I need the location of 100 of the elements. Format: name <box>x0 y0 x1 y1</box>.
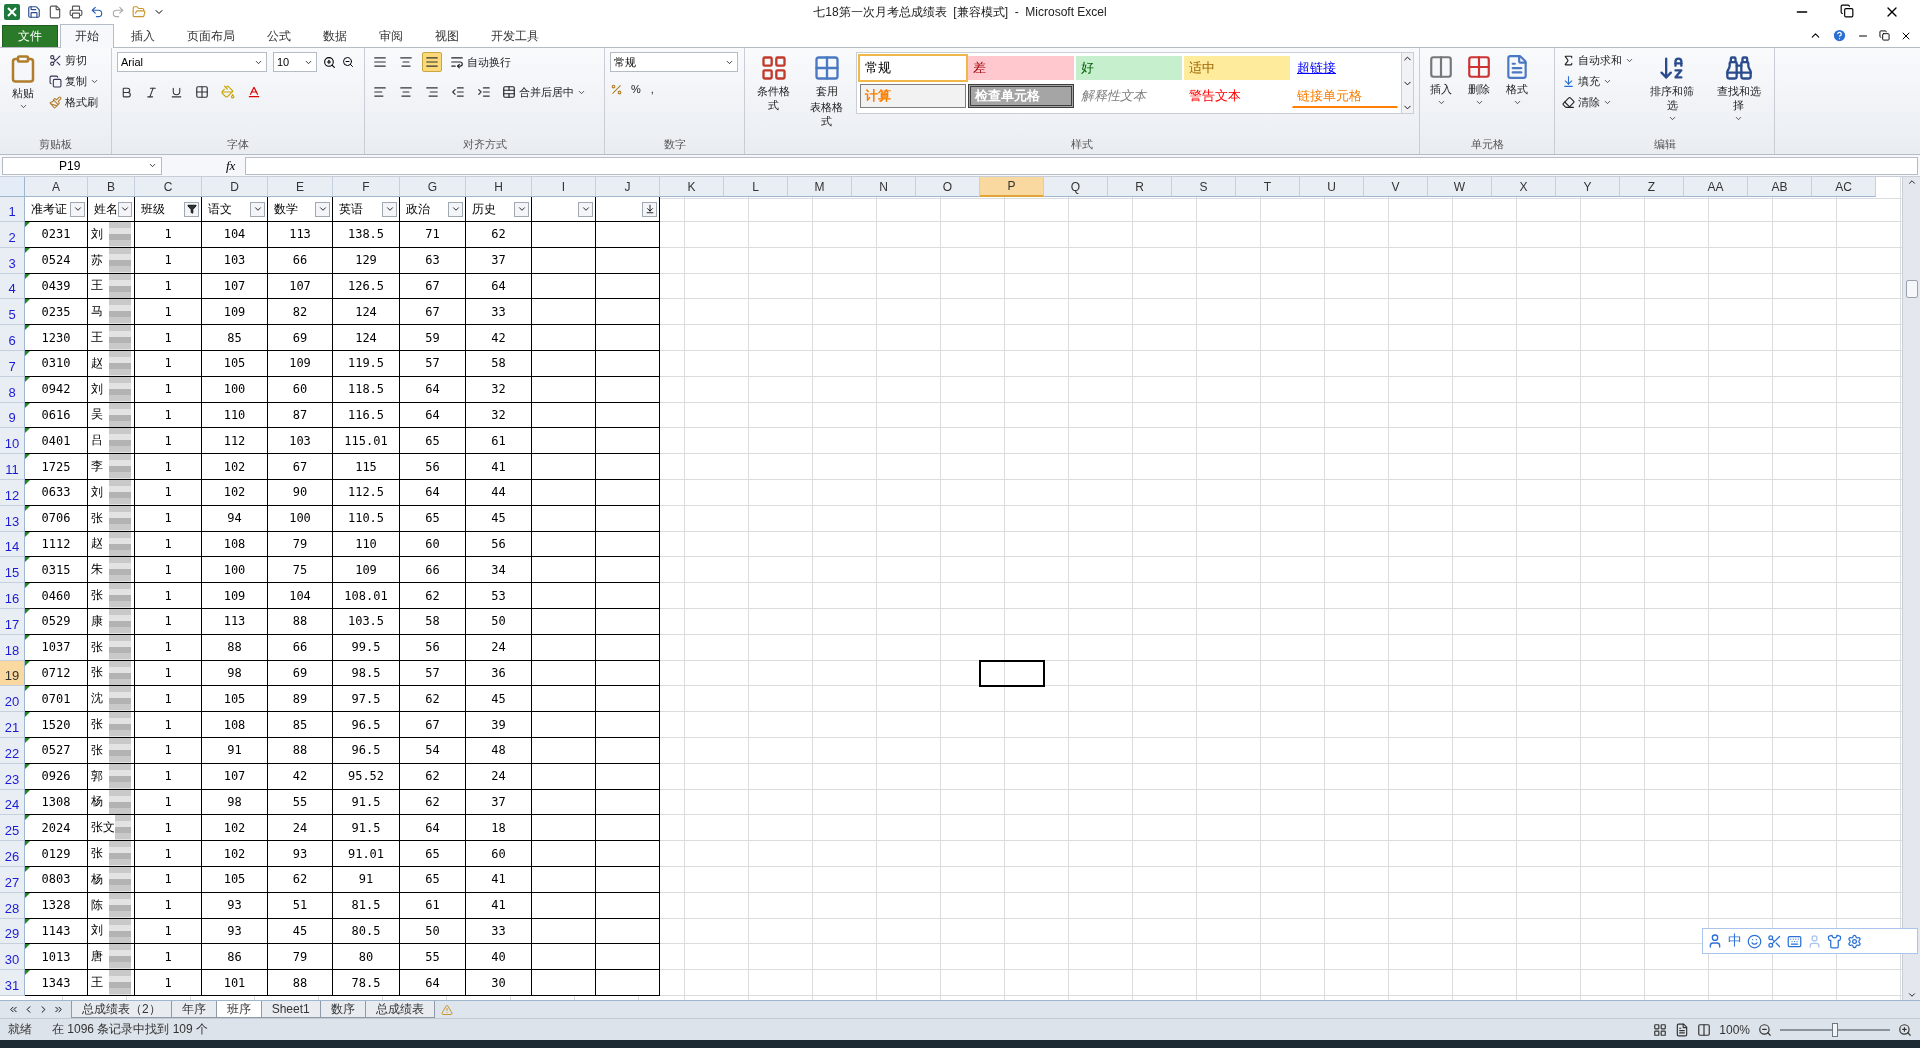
column-header[interactable]: K <box>660 177 724 197</box>
column-header[interactable]: N <box>852 177 916 197</box>
row-header[interactable]: 11 <box>0 454 25 480</box>
column-header[interactable]: M <box>788 177 852 197</box>
keyboard-icon[interactable] <box>1787 933 1802 949</box>
row-header[interactable]: 29 <box>0 918 25 945</box>
row-header[interactable]: 12 <box>0 479 25 506</box>
column-header[interactable]: C <box>135 177 202 197</box>
row-header[interactable]: 19 <box>0 660 25 687</box>
row-header[interactable]: 8 <box>0 376 25 403</box>
sheet-tab[interactable]: 总成绩表 <box>364 1001 435 1018</box>
column-header[interactable]: B <box>88 177 135 197</box>
row-header[interactable]: 30 <box>0 944 25 971</box>
sheet-tab[interactable]: 班序 <box>215 1001 262 1018</box>
help-icon[interactable] <box>1832 28 1847 43</box>
column-header[interactable]: S <box>1172 177 1236 197</box>
row-header[interactable]: 5 <box>0 299 25 326</box>
new-file-icon[interactable] <box>48 5 62 19</box>
row-header[interactable]: 1 <box>0 197 25 222</box>
print-preview-icon[interactable] <box>69 5 83 19</box>
row-header[interactable]: 4 <box>0 273 25 300</box>
column-header[interactable]: O <box>916 177 980 197</box>
name-box[interactable]: P19 <box>2 156 162 175</box>
sort-filter-button[interactable]: 排序和筛选 <box>1642 52 1703 125</box>
insert-button[interactable]: 插入 <box>1425 52 1457 109</box>
wrap-text-button[interactable]: 自动换行 <box>448 53 513 71</box>
scroll-up-icon[interactable] <box>1906 177 1917 187</box>
column-header[interactable]: X <box>1492 177 1556 197</box>
cell-style-item[interactable]: 好 <box>1076 56 1182 80</box>
column-header[interactable]: G <box>400 177 466 197</box>
row-header[interactable]: 13 <box>0 505 25 532</box>
last-sheet-icon[interactable] <box>53 1004 64 1015</box>
column-header[interactable]: D <box>202 177 268 197</box>
row-header[interactable]: 23 <box>0 763 25 790</box>
comma-button[interactable]: , <box>648 82 656 96</box>
cell-style-item[interactable]: 常规 <box>860 56 966 80</box>
column-header[interactable]: F <box>333 177 400 197</box>
input-mode-toggle[interactable]: 中 <box>1728 932 1742 950</box>
row-header[interactable]: 18 <box>0 634 25 661</box>
align-bottom-button[interactable] <box>422 52 442 72</box>
ribbon-tab[interactable]: 视图 <box>420 25 474 47</box>
column-header[interactable]: Q <box>1044 177 1108 197</box>
column-header[interactable]: R <box>1108 177 1172 197</box>
column-header[interactable]: J <box>596 177 660 197</box>
row-header[interactable]: 24 <box>0 789 25 816</box>
percent-button[interactable]: % <box>629 82 643 96</box>
sheet-tab[interactable]: 年序 <box>170 1001 217 1018</box>
undo-icon[interactable] <box>90 5 104 19</box>
row-header[interactable]: 7 <box>0 351 25 377</box>
scroll-down-icon[interactable] <box>1906 990 1917 1000</box>
row-header[interactable]: 10 <box>0 428 25 455</box>
page-layout-icon[interactable] <box>1675 1022 1690 1037</box>
row-header[interactable]: 6 <box>0 325 25 351</box>
font-name-field[interactable]: Arial <box>117 52 267 72</box>
clear-button[interactable]: 清除 <box>1560 94 1636 111</box>
column-header[interactable]: U <box>1300 177 1364 197</box>
row-header[interactable]: 21 <box>0 712 25 738</box>
format-painter-button[interactable]: 格式刷 <box>47 94 101 111</box>
ribbon-tab[interactable]: 数据 <box>308 25 362 47</box>
copy-button[interactable]: 复制 <box>47 73 101 90</box>
formula-input[interactable] <box>245 156 1918 175</box>
ribbon-tab[interactable]: 插入 <box>116 25 170 47</box>
merge-center-button[interactable]: 合并后居中 <box>500 83 588 101</box>
column-header[interactable]: H <box>466 177 532 197</box>
first-sheet-icon[interactable] <box>8 1004 19 1015</box>
column-header[interactable]: W <box>1428 177 1492 197</box>
filter-button[interactable] <box>184 201 199 217</box>
cut-button[interactable]: 剪切 <box>47 52 101 69</box>
scissors-icon[interactable] <box>1767 933 1782 949</box>
format-button[interactable]: 格式 <box>1501 52 1533 109</box>
column-header[interactable]: Y <box>1556 177 1620 197</box>
column-header[interactable]: I <box>532 177 596 197</box>
row-header[interactable]: 16 <box>0 583 25 609</box>
restore-icon[interactable] <box>1879 30 1890 41</box>
row-header[interactable]: 31 <box>0 970 25 996</box>
column-header[interactable]: AC <box>1812 177 1876 197</box>
insert-function-button[interactable]: fx <box>166 157 242 174</box>
file-tab[interactable]: 文件 <box>2 25 58 47</box>
sheet-tab[interactable]: 数序 <box>319 1001 366 1018</box>
zoom-in-icon[interactable] <box>1898 1022 1912 1037</box>
sheet-tab[interactable]: 总成绩表（2） <box>71 1001 172 1018</box>
zoom-thumb[interactable] <box>1832 1022 1838 1037</box>
find-select-button[interactable]: 查找和选择 <box>1708 52 1769 125</box>
column-header[interactable]: AA <box>1684 177 1748 197</box>
scroll-thumb[interactable] <box>1905 279 1918 298</box>
ribbon-tab[interactable]: 审阅 <box>364 25 418 47</box>
ribbon-tab[interactable]: 开发工具 <box>476 25 554 47</box>
delete-button[interactable]: 删除 <box>1463 52 1495 109</box>
row-header[interactable]: 14 <box>0 531 25 558</box>
column-header[interactable]: Z <box>1620 177 1684 197</box>
autosum-button[interactable]: 自动求和 <box>1560 52 1636 69</box>
ribbon-tab[interactable]: 页面布局 <box>172 25 250 47</box>
restore-icon[interactable] <box>1840 4 1854 18</box>
sort-button[interactable] <box>642 201 657 217</box>
row-header[interactable]: 22 <box>0 737 25 764</box>
save-icon[interactable] <box>27 5 41 19</box>
page-break-icon[interactable] <box>1697 1022 1712 1037</box>
row-header[interactable]: 28 <box>0 892 25 919</box>
ribbon-tab[interactable]: 公式 <box>252 25 306 47</box>
cell-style-item[interactable]: 差 <box>968 56 1074 80</box>
